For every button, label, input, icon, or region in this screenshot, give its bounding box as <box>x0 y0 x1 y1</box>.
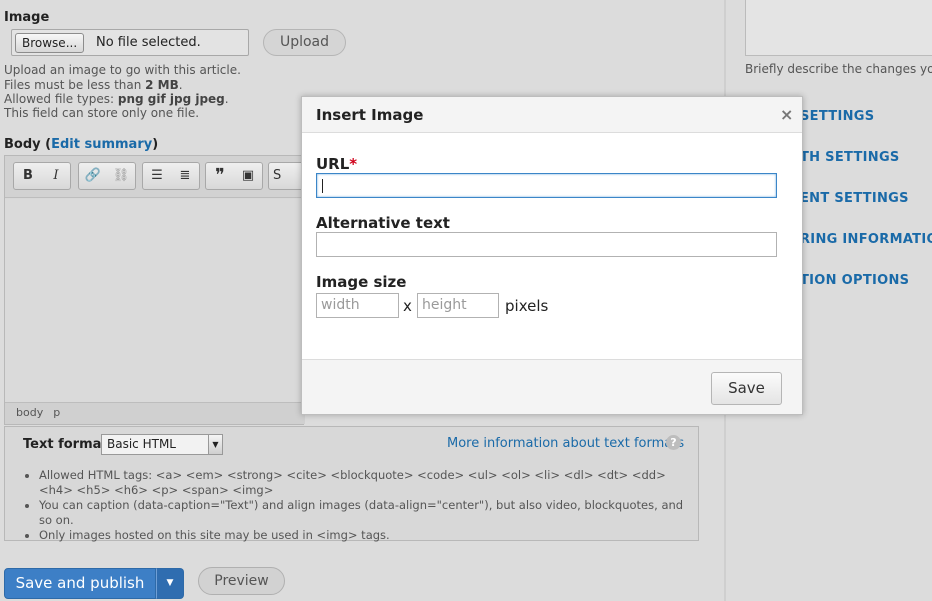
more-info-link[interactable]: More information about text formats <box>447 436 684 451</box>
insert-image-dialog: Insert Image × URL* Alternative text Ima… <box>301 96 803 415</box>
save-and-publish-button[interactable]: Save and publish <box>4 568 156 599</box>
unlink-icon[interactable]: ⛓ <box>107 163 135 189</box>
browse-button[interactable]: Browse... <box>15 33 85 53</box>
text-format-selected: Basic HTML <box>107 437 176 451</box>
file-input[interactable]: Browse... No file selected. <box>11 29 249 56</box>
size-units: pixels <box>505 297 549 315</box>
image-help-types: Allowed file types: png gif jpg jpeg. <box>4 92 229 106</box>
required-marker: * <box>349 155 358 173</box>
url-label: URL* <box>316 155 357 173</box>
help-size-suffix: . <box>178 78 183 92</box>
image-help-limit: This field can store only one file. <box>4 106 200 120</box>
source-button[interactable]: S <box>273 163 301 189</box>
close-icon[interactable]: × <box>780 105 793 124</box>
edit-summary-link[interactable]: Edit summary <box>51 137 152 152</box>
sidebar-link-settings[interactable]: SETTINGS <box>800 109 874 124</box>
sidebar-link-path-settings[interactable]: TH SETTINGS <box>800 150 900 165</box>
revision-log-help: Briefly describe the changes you <box>745 62 932 76</box>
numbered-list-icon[interactable]: ≣ <box>171 163 199 189</box>
save-button[interactable]: Save <box>711 372 782 405</box>
help-types-suffix: . <box>224 92 229 106</box>
editor-path-bar: body p <box>5 402 305 424</box>
text-format-label: Text format <box>23 437 108 452</box>
toolbar-group-format: B I <box>13 162 71 190</box>
image-help-description: Upload an image to go with this article. <box>4 63 241 77</box>
rich-text-editor: B I 🔗 ⛓ ☰ ≣ ❞ ▣ S body p <box>4 155 308 425</box>
alt-text-input[interactable] <box>316 232 777 257</box>
help-size-prefix: Files must be less than <box>4 78 146 92</box>
toolbar-group-media: ❞ ▣ <box>205 162 263 190</box>
dialog-header: Insert Image × <box>302 97 802 133</box>
sidebar-link-promotion-options[interactable]: TION OPTIONS <box>800 273 909 288</box>
sidebar-link-authoring-information[interactable]: RING INFORMATION <box>800 232 932 247</box>
preview-button[interactable]: Preview <box>198 567 285 595</box>
upload-button[interactable]: Upload <box>263 29 346 56</box>
format-tips-list: Allowed HTML tags: <a> <em> <strong> <ci… <box>25 468 690 543</box>
body-field-label: Body (Edit summary) <box>4 137 159 152</box>
alt-text-label: Alternative text <box>316 214 450 232</box>
image-field-label: Image <box>4 10 50 25</box>
toolbar-group-link: 🔗 ⛓ <box>78 162 136 190</box>
italic-button[interactable]: I <box>42 163 70 189</box>
text-cursor <box>322 179 323 193</box>
toolbar-group-lists: ☰ ≣ <box>142 162 200 190</box>
format-tip: Only images hosted on this site may be u… <box>39 528 690 543</box>
path-item-body[interactable]: body <box>16 406 43 419</box>
text-format-wrapper: Text format Basic HTML ▼ More informatio… <box>4 426 699 543</box>
size-separator: x <box>403 297 412 315</box>
image-icon[interactable]: ▣ <box>234 163 262 189</box>
publish-options-dropdown[interactable]: ▼ <box>156 568 184 599</box>
width-input[interactable]: width <box>316 293 399 318</box>
sidebar-link-comment-settings[interactable]: ENT SETTINGS <box>800 191 909 206</box>
editor-toolbar: B I 🔗 ⛓ ☰ ≣ ❞ ▣ S <box>5 156 308 198</box>
image-help-size: Files must be less than 2 MB. <box>4 78 183 92</box>
caret-down-icon: ▼ <box>166 578 174 588</box>
help-icon[interactable]: ? <box>666 435 681 450</box>
chevron-down-icon: ▼ <box>208 435 222 454</box>
file-status: No file selected. <box>96 35 201 50</box>
editor-content-area[interactable] <box>5 199 305 402</box>
help-types-value: png gif jpg jpeg <box>117 92 225 106</box>
body-label-text: Body <box>4 137 41 152</box>
blockquote-icon[interactable]: ❞ <box>206 163 234 189</box>
text-format-select[interactable]: Basic HTML ▼ <box>101 434 223 455</box>
help-size-value: 2 MB <box>145 78 179 92</box>
path-item-p[interactable]: p <box>53 406 60 419</box>
url-label-text: URL <box>316 155 350 173</box>
bullet-list-icon[interactable]: ☰ <box>143 163 171 189</box>
revision-log-textarea[interactable] <box>745 0 932 56</box>
image-size-label: Image size <box>316 273 407 291</box>
help-types-prefix: Allowed file types: <box>4 92 118 106</box>
link-icon[interactable]: 🔗 <box>79 163 107 189</box>
url-input[interactable] <box>316 173 777 198</box>
format-tip: You can caption (data-caption="Text") an… <box>39 498 690 528</box>
dialog-title: Insert Image <box>316 106 424 124</box>
height-input[interactable]: height <box>417 293 499 318</box>
bold-button[interactable]: B <box>14 163 42 189</box>
dialog-footer: Save <box>302 359 802 414</box>
format-tip: Allowed HTML tags: <a> <em> <strong> <ci… <box>39 468 690 498</box>
